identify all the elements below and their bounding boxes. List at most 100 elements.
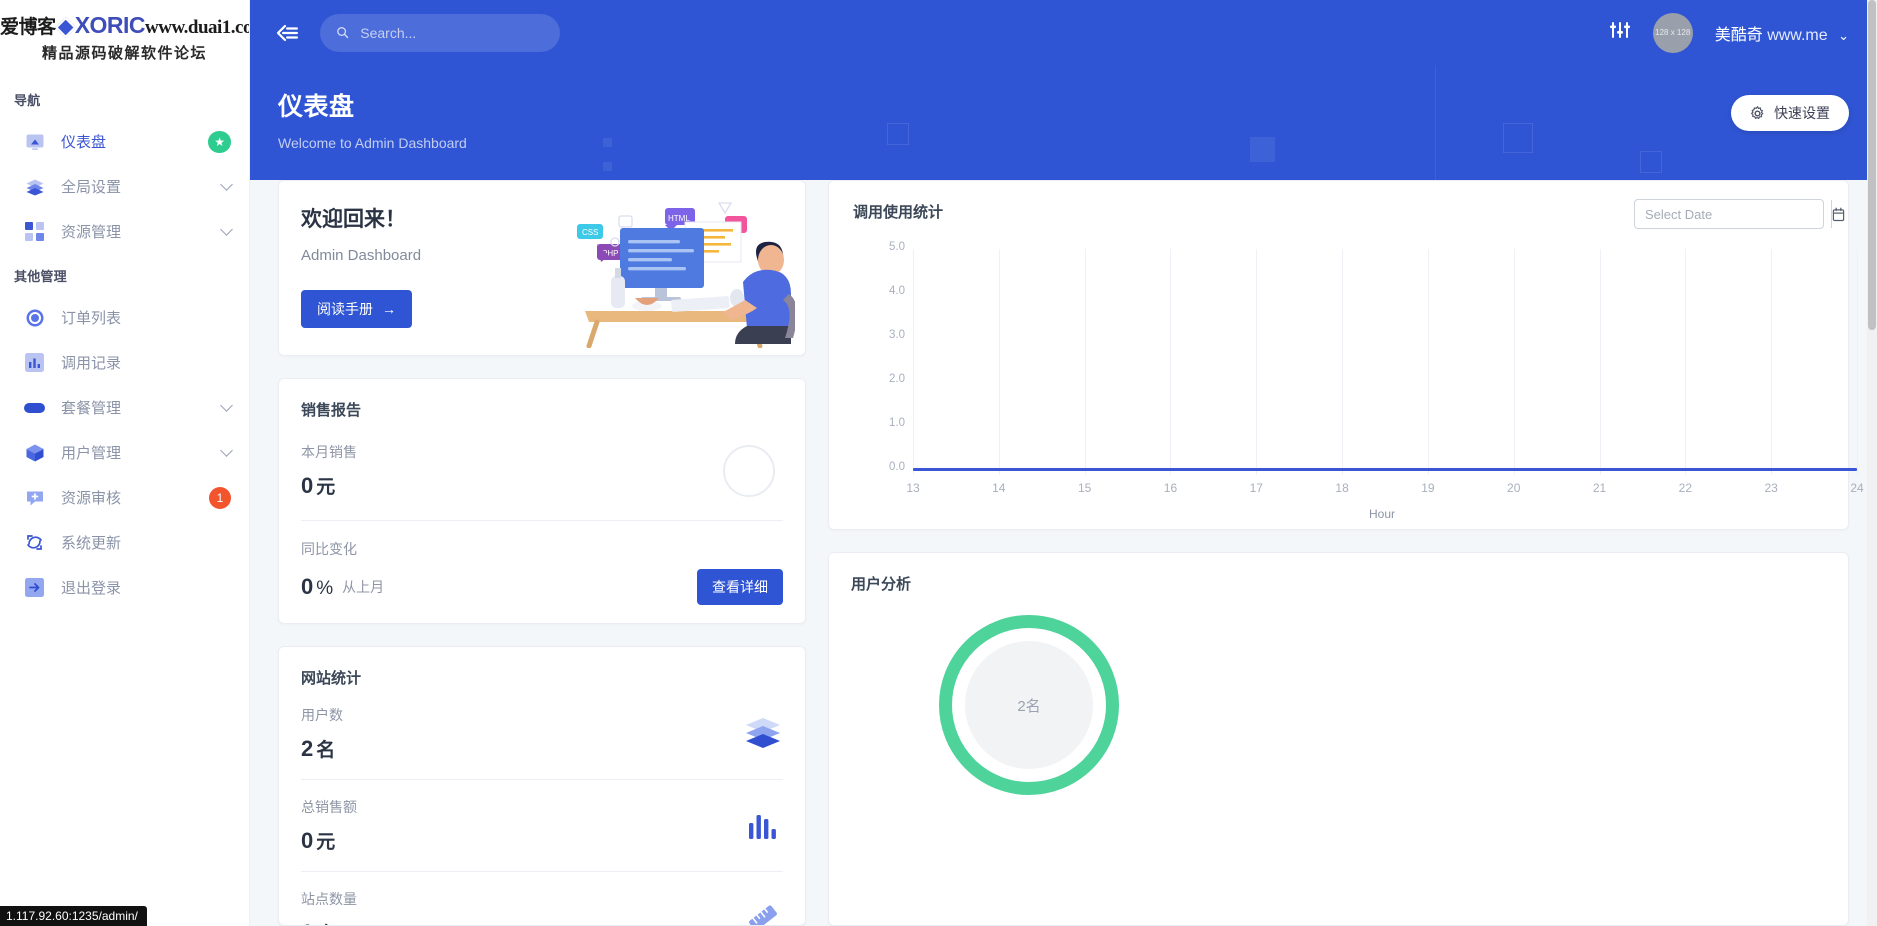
- left-column: 欢迎回来！ Admin Dashboard 阅读手册 → CSS PHP HTM…: [278, 180, 806, 926]
- browser-status-bar: 1.117.92.60:1235/admin/: [0, 906, 147, 926]
- sidebar-item-3[interactable]: 套餐管理: [0, 385, 249, 430]
- sidebar-item-badge: 1: [209, 486, 231, 509]
- search-box[interactable]: [320, 13, 560, 52]
- y-axis-tick: 4.0: [889, 285, 905, 297]
- x-axis-tick: 16: [1163, 481, 1178, 495]
- x-axis-tick: 13: [906, 481, 920, 495]
- search-input[interactable]: [360, 24, 544, 41]
- sidebar-collapse-button[interactable]: [272, 18, 302, 48]
- sidebar-item-label: 仪表盘: [61, 134, 107, 151]
- date-input[interactable]: [1635, 206, 1831, 222]
- sidebar-item-label: 调用记录: [61, 355, 122, 372]
- sidebar-item-2[interactable]: 调用记录: [0, 340, 249, 385]
- sidebar-item-badge: ★: [208, 130, 231, 153]
- y-axis-tick: 3.0: [889, 329, 905, 341]
- sales-report-title: 销售报告: [301, 402, 362, 419]
- y-axis-tick: 5.0: [889, 241, 905, 253]
- y-axis-tick: 0.0: [889, 461, 905, 473]
- circle-icon: [24, 307, 45, 328]
- page-scrollbar-track[interactable]: [1867, 0, 1877, 926]
- view-detail-button[interactable]: 查看详细: [697, 569, 783, 605]
- x-axis-tick: 21: [1592, 481, 1607, 495]
- sidebar-item-label: 退出登录: [61, 580, 122, 597]
- avatar[interactable]: 128 x 128: [1652, 12, 1693, 53]
- sales-month-value-block: 0元: [301, 472, 357, 499]
- site-stat-value-block: 2名: [301, 735, 343, 762]
- sales-month-label: 本月销售: [301, 444, 357, 460]
- site-stat-unit: 名: [316, 740, 336, 761]
- x-axis-tick: 18: [1335, 481, 1349, 495]
- page-title: 仪表盘: [278, 93, 355, 121]
- sales-month-unit: 元: [316, 477, 336, 498]
- app-root: 独爱博客 XORICwww.duai1.com 精品源码破解软件论坛 导航 仪表盘…: [0, 0, 1877, 926]
- brand-logo-word: XORIC: [74, 12, 146, 38]
- sidebar-item-3[interactable]: 资源管理: [0, 209, 249, 254]
- site-stat-label: 用户数: [301, 707, 343, 723]
- date-picker[interactable]: [1634, 199, 1845, 229]
- y-axis-tick: 2.0: [889, 373, 905, 385]
- welcome-card: 欢迎回来！ Admin Dashboard 阅读手册 → CSS PHP HTM…: [278, 180, 806, 356]
- settings-sliders-button[interactable]: [1609, 20, 1631, 45]
- chart-gridline: [1084, 249, 1086, 475]
- search-icon: [337, 27, 349, 39]
- sales-change-unit: %: [316, 578, 334, 599]
- sidebar-item-label: 用户管理: [61, 445, 122, 462]
- logout-icon: [24, 577, 45, 598]
- sidebar-item-label: 套餐管理: [61, 400, 122, 417]
- diamond-logo-icon: [54, 16, 76, 39]
- site-stat-label: 总销售额: [301, 799, 357, 815]
- site-stat-text: 用户数 2 名: [301, 705, 343, 762]
- sidebar-other-list: 订单列表调用记录套餐管理用户管理资源审核 1 系统更新退出登录: [0, 295, 249, 610]
- arrow-right-icon: →: [382, 301, 396, 317]
- gear-icon: [1751, 105, 1764, 119]
- bars-big-icon: [743, 806, 783, 846]
- sales-change-value-block: 0%: [301, 574, 333, 600]
- brand-title: 独爱博客 XORICwww.duai1.com: [0, 12, 249, 39]
- pill-icon: [24, 397, 45, 418]
- chevron-down-icon[interactable]: [220, 223, 233, 236]
- chart-gridline: [1256, 249, 1258, 475]
- sliders-icon: [1609, 22, 1630, 38]
- avatar-placeholder-text: 128 x 128: [1655, 28, 1691, 37]
- cube-icon: [24, 442, 45, 463]
- x-axis-tick: 17: [1249, 481, 1263, 495]
- chevron-down-icon[interactable]: [220, 399, 233, 412]
- chevron-down-icon[interactable]: [220, 178, 233, 191]
- topbar: 128 x 128 美酷奇 www.me ⌄: [250, 0, 1877, 65]
- layers-big-icon: [743, 714, 783, 754]
- sidebar-item-7[interactable]: 退出登录: [0, 565, 249, 610]
- quick-settings-label: 快速设置: [1774, 105, 1830, 121]
- read-manual-button[interactable]: 阅读手册 →: [301, 290, 412, 328]
- page-scrollbar-thumb[interactable]: [1868, 0, 1876, 330]
- calendar-button[interactable]: [1831, 200, 1845, 228]
- workspace-illustration: CSS PHP HTML JS: [567, 198, 798, 353]
- sidebar-item-5[interactable]: 资源审核 1: [0, 475, 249, 520]
- x-axis-tick: 14: [992, 481, 1006, 495]
- site-stat-label: 站点数量: [301, 891, 357, 907]
- site-stat-row: 站点数量 1个: [301, 872, 783, 925]
- site-stats-card: 网站统计 用户数 2名总销售额 0元站点数量 1个: [278, 646, 806, 926]
- deco-box-3: [1503, 123, 1533, 153]
- sales-change-label: 同比变化: [301, 541, 357, 557]
- chart-gridline: [1599, 249, 1601, 475]
- user-name-label: 美酷奇: [1714, 26, 1763, 44]
- user-menu[interactable]: 美酷奇 www.me ⌄: [1715, 21, 1849, 45]
- chevron-down-icon[interactable]: [220, 444, 233, 457]
- usage-chart-card: 调用使用统计 0.01.02.03.04.05.0131415161718192…: [828, 180, 1864, 530]
- svg-text:CSS: CSS: [582, 228, 598, 237]
- brand-suffix: www.duai1.com: [145, 17, 249, 38]
- x-axis-tick: 20: [1507, 481, 1521, 495]
- quick-settings-button[interactable]: 快速设置: [1731, 95, 1849, 131]
- read-manual-label: 阅读手册: [317, 301, 373, 317]
- sidebar-item-1[interactable]: 订单列表: [0, 295, 249, 340]
- nav-section-title-nav: 导航: [14, 93, 41, 108]
- welcome-subtitle: Admin Dashboard: [301, 247, 422, 264]
- sidebar-item-6[interactable]: 系统更新: [0, 520, 249, 565]
- sidebar-item-2[interactable]: 全局设置: [0, 164, 249, 209]
- chart-gridline: [913, 249, 914, 475]
- donut-center-label: 2名: [965, 641, 1093, 769]
- chart-gridline: [1685, 249, 1687, 475]
- sidebar-item-4[interactable]: 用户管理: [0, 430, 249, 475]
- sidebar-item-1[interactable]: 仪表盘 ★: [0, 119, 249, 164]
- chart-gridline: [1170, 249, 1172, 475]
